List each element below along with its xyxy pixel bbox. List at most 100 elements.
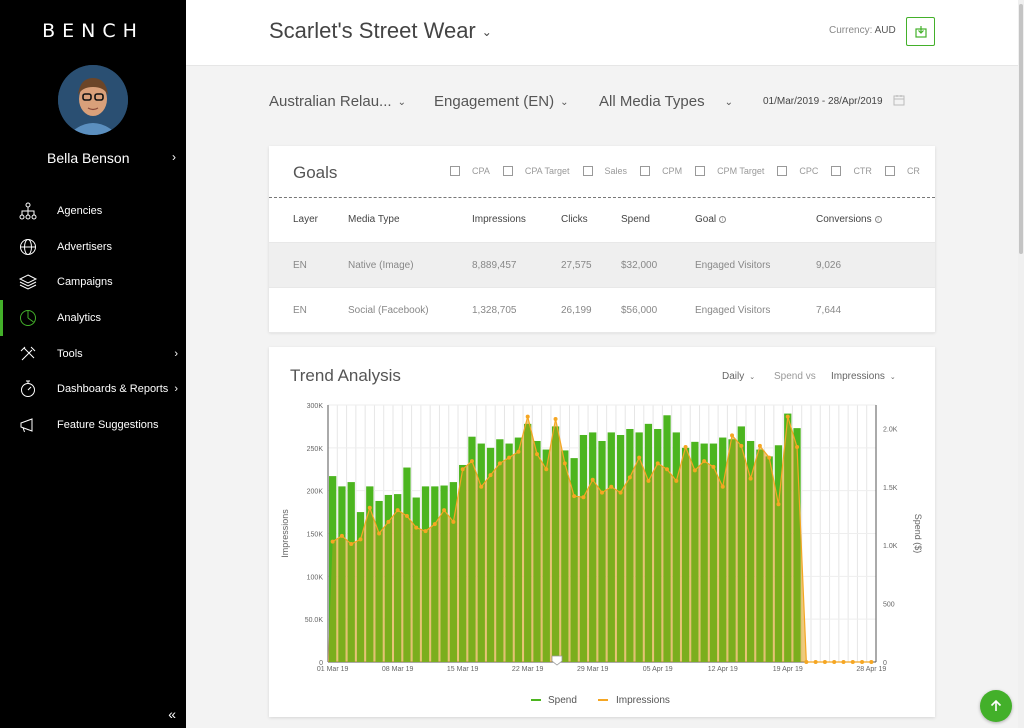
impressions-point[interactable] bbox=[767, 455, 772, 460]
impressions-point[interactable] bbox=[600, 490, 604, 495]
sidebar-item-agencies[interactable]: Agencies bbox=[0, 193, 186, 229]
impressions-point[interactable] bbox=[748, 476, 753, 481]
legend-spend-label[interactable]: Spend bbox=[548, 695, 577, 706]
table-row[interactable]: EN Native (Image) 8,889,457 27,575 $32,000 En… bbox=[269, 243, 935, 288]
goal-option[interactable]: Sales bbox=[582, 166, 627, 176]
impressions-point[interactable] bbox=[832, 660, 837, 664]
impressions-point[interactable] bbox=[497, 461, 502, 466]
impressions-point[interactable] bbox=[507, 455, 512, 460]
impressions-point[interactable] bbox=[432, 522, 437, 527]
impressions-point[interactable] bbox=[349, 542, 354, 547]
media-type-filter[interactable]: All Media Types ⌄ bbox=[599, 93, 733, 110]
impressions-point[interactable] bbox=[581, 495, 586, 500]
impressions-point[interactable] bbox=[702, 459, 707, 464]
impressions-point[interactable] bbox=[683, 445, 688, 450]
impressions-point[interactable] bbox=[572, 494, 577, 499]
goal-option-checkbox[interactable] bbox=[884, 166, 895, 176]
impressions-point[interactable] bbox=[544, 467, 549, 472]
impressions-point[interactable] bbox=[739, 443, 744, 448]
info-icon[interactable]: i bbox=[719, 215, 727, 223]
sidebar-item-feature-suggestions[interactable]: Feature Suggestions bbox=[0, 407, 186, 443]
impressions-point[interactable] bbox=[655, 461, 660, 466]
export-button[interactable] bbox=[906, 17, 935, 46]
impressions-point[interactable] bbox=[553, 417, 558, 422]
impressions-point[interactable] bbox=[692, 468, 697, 473]
calendar-icon[interactable] bbox=[893, 93, 905, 111]
goal-option-checkbox[interactable] bbox=[695, 166, 706, 176]
sidebar-item-campaigns[interactable]: Campaigns bbox=[0, 264, 186, 300]
campaign-filter[interactable]: Australian Relau... ⌄ bbox=[269, 93, 406, 110]
impressions-point[interactable] bbox=[813, 660, 818, 664]
impressions-point[interactable] bbox=[367, 505, 372, 510]
impressions-point[interactable] bbox=[562, 461, 567, 466]
user-name[interactable]: Bella Benson bbox=[47, 150, 130, 166]
impressions-point[interactable] bbox=[804, 660, 809, 664]
impressions-point[interactable] bbox=[386, 519, 391, 524]
impressions-point[interactable] bbox=[460, 467, 465, 472]
scrollbar-thumb[interactable] bbox=[1019, 4, 1023, 254]
date-range[interactable]: 01/Mar/2019 - 28/Apr/2019 bbox=[763, 96, 883, 107]
impressions-point[interactable] bbox=[469, 459, 474, 464]
impressions-point[interactable] bbox=[646, 478, 651, 483]
goal-option-checkbox[interactable] bbox=[450, 166, 460, 176]
impressions-point[interactable] bbox=[757, 443, 762, 448]
impressions-point[interactable] bbox=[869, 660, 874, 664]
goal-option-checkbox[interactable] bbox=[777, 166, 788, 176]
impressions-point[interactable] bbox=[860, 660, 865, 664]
impressions-point[interactable] bbox=[414, 525, 419, 530]
sidebar-item-tools[interactable]: Tools › bbox=[0, 336, 186, 372]
goal-option[interactable]: CPA bbox=[450, 166, 490, 176]
goal-option[interactable]: CPM bbox=[640, 166, 682, 176]
impressions-point[interactable] bbox=[451, 519, 456, 524]
table-row[interactable]: EN Social (Facebook) 1,328,705 26,199 $56,00… bbox=[269, 288, 935, 333]
range-handle-icon[interactable] bbox=[551, 655, 563, 666]
impressions-point[interactable] bbox=[590, 477, 595, 482]
impressions-point[interactable] bbox=[488, 473, 493, 478]
impressions-point[interactable] bbox=[618, 490, 623, 495]
impressions-point[interactable] bbox=[795, 445, 800, 450]
impressions-point[interactable] bbox=[785, 414, 790, 419]
impressions-point[interactable] bbox=[423, 529, 428, 534]
impressions-point[interactable] bbox=[711, 464, 716, 469]
goal-option[interactable]: CTR bbox=[831, 166, 872, 176]
sidebar-item-dashboards-reports[interactable]: Dashboards & Reports › bbox=[0, 371, 186, 407]
impressions-point[interactable] bbox=[534, 452, 539, 457]
impressions-point[interactable] bbox=[395, 508, 400, 513]
impressions-point[interactable] bbox=[525, 414, 530, 419]
impressions-point[interactable] bbox=[516, 449, 521, 454]
impressions-point[interactable] bbox=[358, 537, 363, 542]
goal-option[interactable]: CPA Target bbox=[502, 166, 570, 176]
goal-option[interactable]: CPM Target bbox=[695, 166, 764, 176]
impressions-point[interactable] bbox=[720, 484, 725, 489]
chevron-right-icon[interactable]: › bbox=[172, 150, 176, 164]
client-selector[interactable]: Scarlet's Street Wear ⌄ bbox=[269, 18, 492, 44]
info-icon[interactable]: i bbox=[874, 215, 882, 223]
goal-option-checkbox[interactable] bbox=[831, 166, 842, 176]
impressions-point[interactable] bbox=[841, 660, 846, 664]
scroll-top-button[interactable] bbox=[980, 690, 1012, 722]
impressions-point[interactable] bbox=[850, 660, 855, 664]
impressions-point[interactable] bbox=[479, 484, 484, 489]
impressions-point[interactable] bbox=[674, 478, 679, 483]
kpi-filter[interactable]: Engagement (EN) ⌄ bbox=[434, 93, 568, 110]
collapse-sidebar-icon[interactable]: « bbox=[168, 706, 176, 722]
impressions-point[interactable] bbox=[730, 433, 735, 438]
trend-chart[interactable]: 050.0K100K150K200K250K300K05001.0K1.5K2.… bbox=[269, 347, 935, 717]
impressions-point[interactable] bbox=[377, 531, 382, 536]
impressions-point[interactable] bbox=[404, 513, 409, 518]
page-scrollbar[interactable] bbox=[1018, 0, 1024, 728]
goal-option[interactable]: CR bbox=[884, 166, 920, 176]
sidebar-item-advertisers[interactable]: Advertisers bbox=[0, 229, 186, 265]
brand-logo[interactable]: BENCH bbox=[0, 20, 186, 42]
impressions-point[interactable] bbox=[609, 484, 614, 489]
sidebar-item-analytics[interactable]: Analytics bbox=[0, 300, 186, 336]
legend-impressions-label[interactable]: Impressions bbox=[616, 695, 670, 706]
impressions-point[interactable] bbox=[330, 539, 335, 544]
goal-option-checkbox[interactable] bbox=[502, 166, 513, 176]
goal-option[interactable]: CPC bbox=[777, 166, 818, 176]
goal-option-checkbox[interactable] bbox=[582, 166, 593, 176]
avatar[interactable] bbox=[58, 65, 128, 135]
impressions-point[interactable] bbox=[776, 502, 781, 507]
goal-option-checkbox[interactable] bbox=[640, 166, 651, 176]
impressions-point[interactable] bbox=[442, 508, 447, 513]
